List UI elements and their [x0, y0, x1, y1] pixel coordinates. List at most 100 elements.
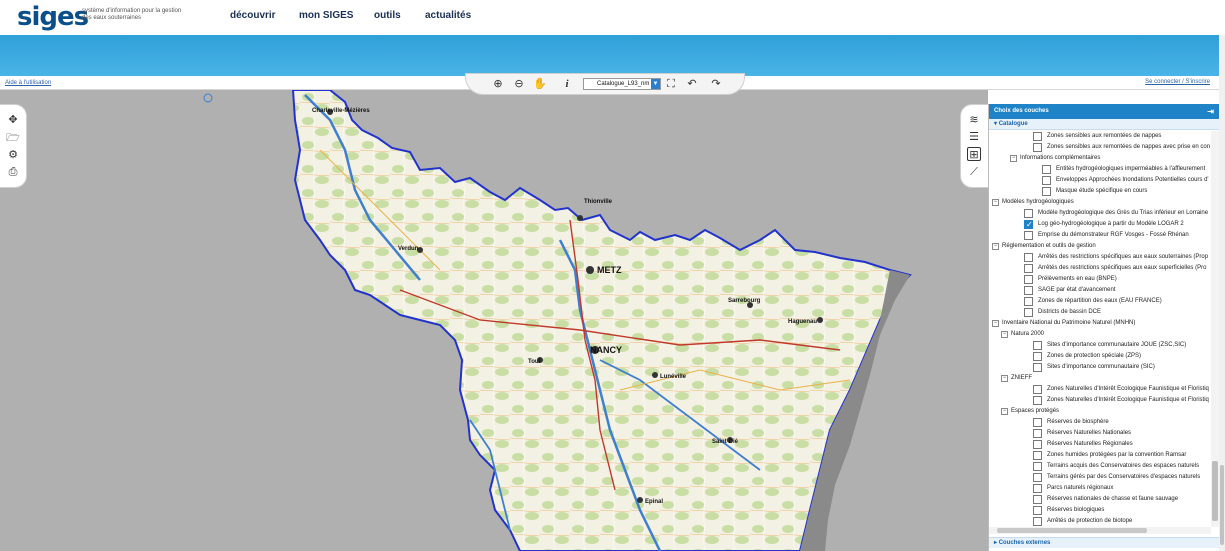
undo-icon[interactable]: ↶	[685, 77, 699, 91]
collapse-icon[interactable]: −	[1010, 155, 1017, 162]
move-icon[interactable]: ✥	[6, 113, 20, 127]
layer-group-label: Espaces protégés	[1011, 408, 1060, 414]
nav-mon-siges[interactable]: mon SIGES	[299, 10, 353, 21]
collapse-panel-icon[interactable]: ⇥	[1207, 104, 1214, 119]
city-label: Verdun	[398, 246, 419, 252]
zoom-out-icon[interactable]: ⊖	[512, 77, 526, 91]
layer-checkbox[interactable]	[1033, 429, 1042, 438]
pan-icon[interactable]: ✋	[533, 77, 547, 91]
layer-checkbox[interactable]	[1033, 352, 1042, 361]
layer-checkbox[interactable]	[1033, 341, 1042, 350]
layer-checkbox[interactable]	[1033, 462, 1042, 471]
collapse-icon[interactable]: −	[1001, 375, 1008, 382]
layer-label: Districts de bassin DCE	[1038, 309, 1102, 315]
layer-group-label: ZNIEFF	[1011, 375, 1032, 381]
layer-checkbox[interactable]	[1033, 440, 1042, 449]
layer-label: Arrêtés des restrictions spécifiques aux…	[1038, 254, 1209, 260]
nav-outils[interactable]: outils	[374, 10, 401, 21]
layer-checkbox[interactable]	[1024, 231, 1033, 240]
layer-label: Sites d'importance communautaire (SIC)	[1047, 364, 1155, 370]
info-icon[interactable]: i	[560, 77, 574, 91]
nav-decouvrir[interactable]: découvrir	[230, 10, 276, 21]
add-layer-icon[interactable]: ⊞	[967, 147, 981, 161]
page-scrollbar[interactable]	[1219, 35, 1225, 551]
logo-tagline: système d'information pour la gestion de…	[82, 8, 182, 21]
header-banner	[0, 35, 1219, 76]
layer-checkbox[interactable]	[1033, 132, 1042, 141]
layer-label: Zones humides protégées par la conventio…	[1047, 452, 1187, 458]
panel-scrollbar-horizontal[interactable]	[989, 527, 1211, 534]
layer-checkbox[interactable]	[1024, 308, 1033, 317]
layer-checkbox[interactable]	[1033, 473, 1042, 482]
external-layers-label: Couches externes	[998, 540, 1051, 546]
full-extent-icon[interactable]: ⛶	[664, 77, 678, 91]
siges-logo[interactable]: siges	[17, 2, 89, 32]
layer-checkbox[interactable]	[1033, 484, 1042, 493]
layer-checkbox[interactable]	[1042, 187, 1051, 196]
layer-label: Zones Naturelles d'Intérêt Ecologique Fa…	[1047, 397, 1209, 403]
layer-label: Prélèvements en eau (BNPE)	[1038, 276, 1117, 282]
layer-checkbox[interactable]	[1024, 286, 1033, 295]
login-link[interactable]: Se connecter / S'inscrire	[1145, 79, 1210, 85]
layer-label: Zones Naturelles d'Intérêt Ecologique Fa…	[1047, 386, 1209, 392]
city-label: Toul	[528, 359, 541, 365]
nav-actualites[interactable]: actualités	[425, 10, 471, 21]
zoom-in-icon[interactable]: ⊕	[491, 77, 505, 91]
layer-checkbox[interactable]	[1033, 363, 1042, 372]
layer-checkbox[interactable]	[1033, 385, 1042, 394]
layer-checkbox[interactable]	[1024, 297, 1033, 306]
layer-checkbox[interactable]	[1024, 264, 1033, 273]
panel-scrollbar-vertical[interactable]	[1211, 131, 1219, 527]
layer-checkbox[interactable]	[1033, 418, 1042, 427]
layer-checkbox[interactable]	[1042, 176, 1051, 185]
layer-group-label: Inventaire National du Patrimoine Nature…	[1002, 320, 1136, 326]
layer-checkbox[interactable]	[1033, 143, 1042, 152]
layer-label: Modèle hydrogéologique des Grès du Trias…	[1038, 210, 1209, 216]
layers-icon[interactable]: ≋	[967, 113, 981, 127]
collapse-icon[interactable]: −	[1001, 331, 1008, 338]
help-link[interactable]: Aide à l'utilisation	[5, 80, 51, 86]
map-toolbar: ⊕ ⊖ ✋ i Catalogue_L93_nm ▼ ⛶ ↶ ↷	[465, 73, 745, 95]
catalog-select[interactable]: Catalogue_L93_nm ▼	[583, 78, 661, 90]
layer-label: SAGE par état d'avancement	[1038, 287, 1116, 293]
layer-checkbox[interactable]	[1033, 495, 1042, 504]
legend-icon[interactable]: ☰	[967, 130, 981, 144]
layer-checkbox[interactable]	[1033, 506, 1042, 515]
collapse-icon[interactable]: −	[1001, 408, 1008, 415]
layer-label: Zones de protection spéciale (ZPS)	[1047, 353, 1142, 359]
city-label: Thionville	[584, 199, 613, 205]
layer-checkbox[interactable]	[1024, 219, 1033, 230]
print-icon[interactable]: ⎙	[6, 165, 20, 179]
layer-checkbox[interactable]	[1024, 209, 1033, 218]
city-label: NANCY	[590, 345, 622, 355]
map-view[interactable]: Charleville-Mézières Thionville METZ NAN…	[0, 90, 988, 551]
map-canvas[interactable]: Charleville-Mézières Thionville METZ NAN…	[0, 90, 988, 551]
folder-icon[interactable]: 🗁	[6, 131, 20, 145]
redo-icon[interactable]: ↷	[709, 77, 723, 91]
layer-label: Réserves de biosphère	[1047, 419, 1109, 425]
layer-checkbox[interactable]	[1042, 165, 1051, 174]
collapse-icon[interactable]: −	[992, 320, 999, 327]
layer-label: Emprise du démonstrateur RGF Vosges - Fo…	[1038, 232, 1189, 238]
external-layers-header[interactable]: ▸ Couches externes	[989, 537, 1219, 548]
catalog-section-header[interactable]: ▾ Catalogue	[989, 119, 1219, 130]
collapse-icon[interactable]: −	[992, 243, 999, 250]
layer-checkbox[interactable]	[1024, 275, 1033, 284]
layer-label: Réserves Naturelles Régionales	[1047, 441, 1133, 447]
collapse-icon[interactable]: −	[992, 199, 999, 206]
city-label: Charleville-Mézières	[312, 108, 370, 114]
layer-checkbox[interactable]	[1033, 517, 1042, 526]
layer-label: Terrains acquis des Conservatoires des e…	[1047, 463, 1200, 469]
city-label: Epinal	[645, 499, 663, 505]
layer-checkbox[interactable]	[1024, 253, 1033, 262]
layer-label: Zones de répartition des eaux (EAU FRANC…	[1038, 298, 1162, 304]
measure-icon[interactable]: ⟋	[967, 165, 981, 179]
city-label: METZ	[597, 265, 622, 275]
panel-title: Choix des couches	[994, 108, 1049, 114]
layer-group-label: Modèles hydrogéologiques	[1002, 199, 1074, 205]
layer-checkbox[interactable]	[1033, 451, 1042, 460]
settings-icon[interactable]: ⚙	[6, 148, 20, 162]
city-label: Haguenau	[788, 319, 817, 325]
layer-checkbox[interactable]	[1033, 396, 1042, 405]
layer-label: Réserves biologiques	[1047, 507, 1105, 513]
